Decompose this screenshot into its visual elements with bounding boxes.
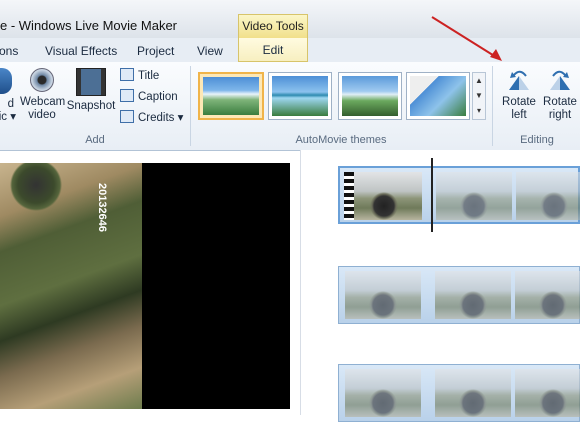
storyboard-clip-selected[interactable] bbox=[338, 166, 580, 224]
filmstrip-icon bbox=[344, 172, 354, 220]
clip-frame bbox=[435, 271, 511, 319]
rotate-left-label-2: left bbox=[511, 109, 527, 121]
group-label-editing: Editing bbox=[520, 134, 554, 146]
filmstrip-icon bbox=[76, 68, 106, 96]
automovie-theme-2[interactable] bbox=[268, 72, 332, 120]
automovie-theme-3[interactable] bbox=[338, 72, 402, 120]
rotated-jeep-photo: 20132646 bbox=[0, 163, 142, 409]
storyboard-clip[interactable] bbox=[338, 266, 580, 324]
themes-gallery-scroll[interactable]: ▲ ▼ ▾ bbox=[472, 72, 486, 120]
group-label-automovie-themes: AutoMovie themes bbox=[295, 134, 387, 146]
ribbon: d ic ▾ Webcam video Snapshot Title Capti… bbox=[0, 62, 580, 151]
rotate-left-label-1: Rotate bbox=[502, 96, 536, 108]
storyboard-clip[interactable] bbox=[338, 364, 580, 422]
annotation-arrow-icon bbox=[431, 16, 502, 61]
credits-label: Credits ▾ bbox=[138, 112, 184, 124]
automovie-theme-1[interactable] bbox=[198, 72, 264, 120]
group-separator bbox=[190, 66, 191, 146]
rotate-right-label-2: right bbox=[548, 109, 572, 121]
credits-button[interactable]: Credits ▾ bbox=[120, 110, 183, 127]
context-tab-video-tools: Video Tools bbox=[238, 14, 308, 38]
webcam-video-button[interactable]: Webcam video bbox=[20, 68, 66, 122]
rotate-right-icon bbox=[547, 68, 573, 92]
title-icon bbox=[120, 68, 134, 81]
window-title: e - Windows Live Movie Maker bbox=[0, 18, 177, 33]
snapshot-button[interactable]: Snapshot bbox=[66, 68, 116, 113]
group-separator bbox=[492, 66, 493, 146]
title-button[interactable]: Title bbox=[120, 68, 159, 85]
clip-frame bbox=[345, 369, 421, 417]
clip-frame bbox=[345, 271, 421, 319]
music-icon bbox=[0, 68, 12, 94]
title-label: Title bbox=[138, 70, 160, 82]
caption-icon bbox=[120, 89, 134, 102]
clip-frame bbox=[515, 369, 580, 417]
caption-button[interactable]: Caption bbox=[120, 89, 178, 106]
add-music-label-1: d bbox=[7, 98, 14, 110]
snapshot-label: Snapshot bbox=[66, 100, 116, 112]
clip-frame bbox=[515, 271, 580, 319]
rotate-left-button[interactable]: Rotate left bbox=[500, 68, 538, 122]
webcam-label-1: Webcam bbox=[20, 96, 66, 108]
storyboard-playhead[interactable] bbox=[431, 158, 433, 232]
webcam-icon bbox=[30, 68, 54, 92]
clip-frame bbox=[436, 172, 512, 220]
tab-view[interactable]: View bbox=[197, 44, 223, 58]
add-music-label-2: ic ▾ bbox=[0, 111, 16, 123]
rotate-left-icon bbox=[506, 68, 532, 92]
tab-edit[interactable]: Edit bbox=[238, 38, 308, 62]
group-label-add: Add bbox=[85, 134, 105, 146]
tab-animations[interactable]: ons bbox=[0, 44, 18, 58]
tab-visual-effects[interactable]: Visual Effects bbox=[45, 44, 117, 58]
caption-label: Caption bbox=[138, 91, 178, 103]
clip-frame bbox=[346, 172, 422, 220]
clip-frame bbox=[516, 172, 580, 220]
tab-project[interactable]: Project bbox=[137, 44, 174, 58]
credits-icon bbox=[120, 110, 134, 123]
rotate-right-label-1: Rotate bbox=[543, 96, 577, 108]
webcam-label-2: video bbox=[28, 109, 56, 121]
clip-frame bbox=[435, 369, 511, 417]
add-music-button[interactable]: d ic ▾ bbox=[0, 68, 18, 124]
automovie-theme-4[interactable] bbox=[406, 72, 470, 120]
jeep-plate-number: 20132646 bbox=[96, 183, 108, 232]
rotate-right-button[interactable]: Rotate right bbox=[540, 68, 580, 122]
